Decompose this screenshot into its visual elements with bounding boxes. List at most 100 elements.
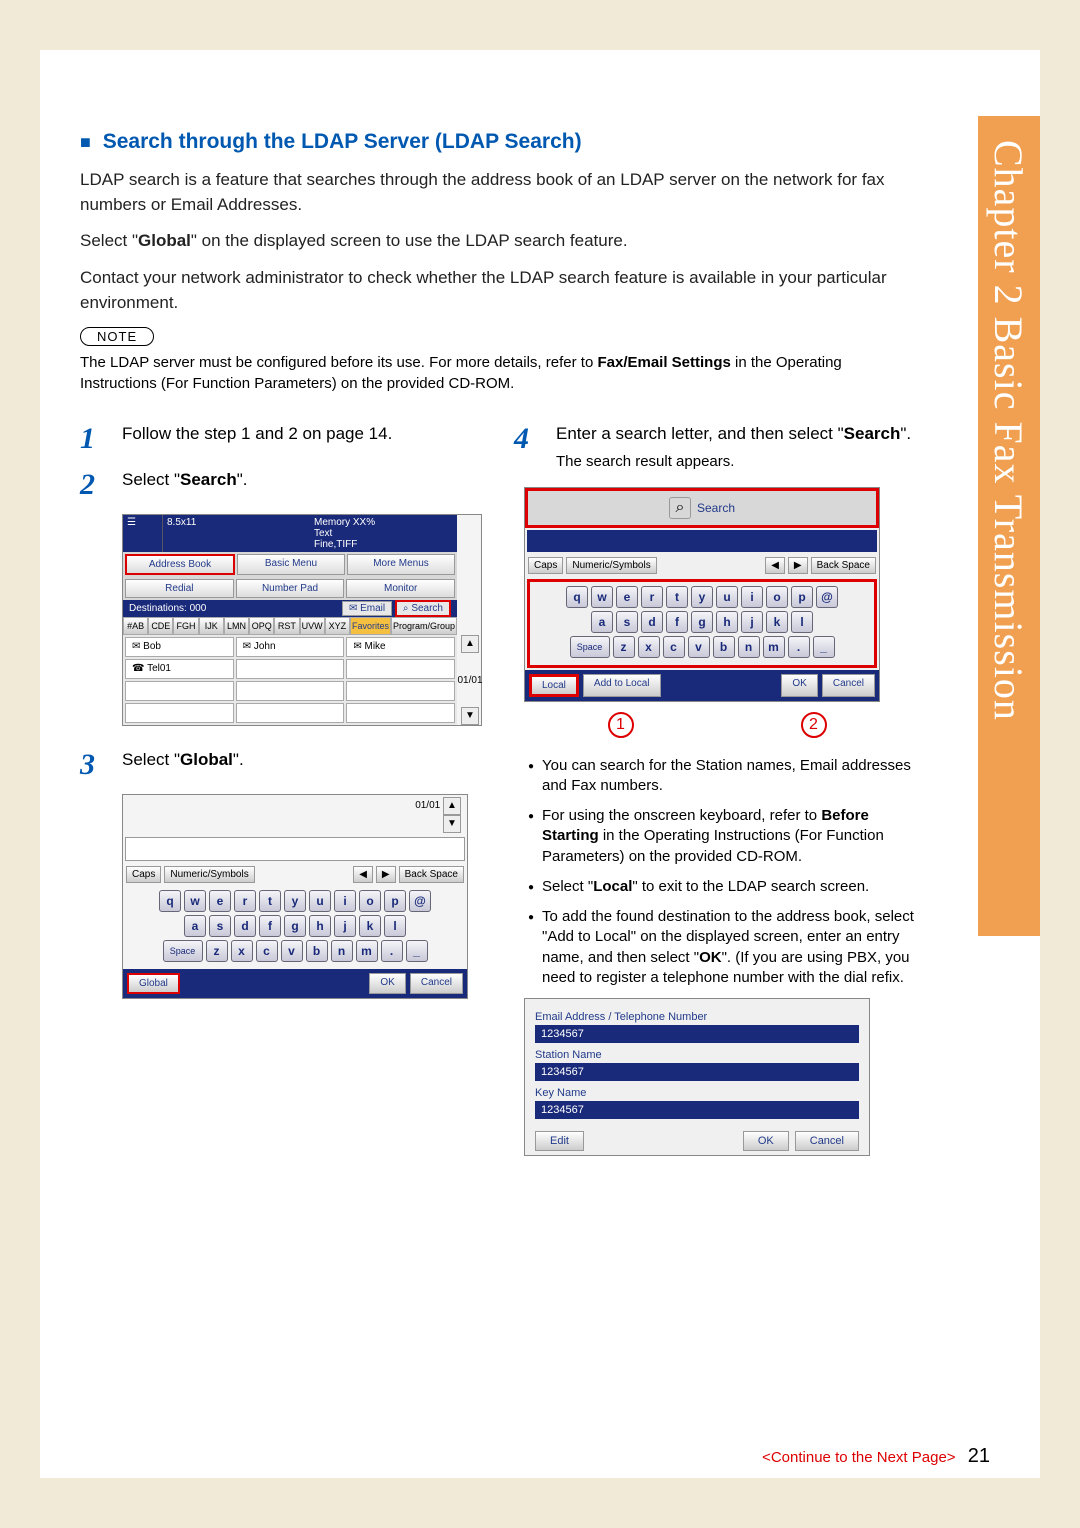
tab[interactable]: UVW <box>300 617 325 635</box>
key[interactable]: n <box>331 940 353 962</box>
key[interactable]: x <box>638 636 660 658</box>
key[interactable]: l <box>384 915 406 937</box>
key[interactable]: e <box>616 586 638 608</box>
key[interactable]: t <box>259 890 281 912</box>
key[interactable]: b <box>306 940 328 962</box>
key[interactable]: p <box>384 890 406 912</box>
key[interactable]: @ <box>409 890 431 912</box>
key[interactable]: w <box>591 586 613 608</box>
scroll-up-icon[interactable]: ▲ <box>443 797 461 815</box>
key[interactable]: l <box>791 611 813 633</box>
key[interactable]: i <box>334 890 356 912</box>
caps-btn[interactable]: Caps <box>528 557 563 574</box>
space-key[interactable]: Space <box>163 940 203 962</box>
key[interactable]: z <box>206 940 228 962</box>
email-btn[interactable]: ✉ Email <box>342 601 392 616</box>
search-label[interactable]: Search <box>697 501 735 515</box>
key[interactable]: . <box>788 636 810 658</box>
cursor-right-icon[interactable]: ▶ <box>376 866 396 883</box>
key[interactable]: o <box>766 586 788 608</box>
list-item[interactable]: ✉ Mike <box>346 637 455 657</box>
key[interactable]: u <box>309 890 331 912</box>
scroll-down-icon[interactable]: ▼ <box>461 707 479 725</box>
key[interactable]: p <box>791 586 813 608</box>
key[interactable]: i <box>741 586 763 608</box>
numeric-symbols-btn[interactable]: Numeric/Symbols <box>164 866 254 883</box>
key[interactable]: c <box>663 636 685 658</box>
key[interactable]: q <box>566 586 588 608</box>
tab[interactable]: OPQ <box>249 617 274 635</box>
search-btn-highlight[interactable]: ⌕ Search <box>395 600 451 617</box>
ok-btn[interactable]: OK <box>781 674 817 697</box>
value-key-name[interactable]: 1234567 <box>535 1101 859 1119</box>
key[interactable]: v <box>281 940 303 962</box>
key[interactable]: @ <box>816 586 838 608</box>
key[interactable]: y <box>691 586 713 608</box>
key[interactable]: w <box>184 890 206 912</box>
key[interactable]: g <box>284 915 306 937</box>
space-key[interactable]: Space <box>570 636 610 658</box>
add-to-local-btn[interactable]: Add to Local <box>583 674 661 697</box>
key[interactable]: _ <box>406 940 428 962</box>
address-book-tab[interactable]: Address Book <box>125 554 235 575</box>
key[interactable]: d <box>641 611 663 633</box>
key[interactable]: f <box>666 611 688 633</box>
key[interactable]: s <box>616 611 638 633</box>
cursor-left-icon[interactable]: ◀ <box>353 866 373 883</box>
caps-btn[interactable]: Caps <box>126 866 161 883</box>
monitor-btn[interactable]: Monitor <box>346 579 455 598</box>
key[interactable]: o <box>359 890 381 912</box>
backspace-btn[interactable]: Back Space <box>399 866 464 883</box>
number-pad-btn[interactable]: Number Pad <box>236 579 345 598</box>
key[interactable]: e <box>209 890 231 912</box>
tab[interactable]: LMN <box>224 617 249 635</box>
key[interactable]: r <box>234 890 256 912</box>
key[interactable]: h <box>716 611 738 633</box>
ok-btn[interactable]: OK <box>369 973 405 994</box>
value-station-name[interactable]: 1234567 <box>535 1063 859 1081</box>
key[interactable]: m <box>763 636 785 658</box>
list-item[interactable]: ✉ John <box>236 637 345 657</box>
key[interactable]: j <box>334 915 356 937</box>
edit-btn[interactable]: Edit <box>535 1131 584 1151</box>
key[interactable]: j <box>741 611 763 633</box>
cancel-btn[interactable]: Cancel <box>822 674 875 697</box>
tab[interactable]: #AB <box>123 617 148 635</box>
cancel-btn[interactable]: Cancel <box>410 973 463 994</box>
basic-menu-tab[interactable]: Basic Menu <box>237 554 345 575</box>
tab[interactable]: CDE <box>148 617 173 635</box>
scroll-down-icon[interactable]: ▼ <box>443 815 461 833</box>
tab[interactable]: XYZ <box>325 617 350 635</box>
key[interactable]: b <box>713 636 735 658</box>
kb-input[interactable] <box>125 837 465 861</box>
tab[interactable]: RST <box>274 617 299 635</box>
scroll-up-icon[interactable]: ▲ <box>461 635 479 653</box>
more-menus-tab[interactable]: More Menus <box>347 554 455 575</box>
key[interactable]: m <box>356 940 378 962</box>
value-email-tel[interactable]: 1234567 <box>535 1025 859 1043</box>
key[interactable]: n <box>738 636 760 658</box>
key[interactable]: r <box>641 586 663 608</box>
list-item[interactable]: ✉ Bob <box>125 637 234 657</box>
key[interactable]: d <box>234 915 256 937</box>
global-btn-highlight[interactable]: Global <box>127 973 180 994</box>
key[interactable]: a <box>184 915 206 937</box>
key[interactable]: . <box>381 940 403 962</box>
key[interactable]: _ <box>813 636 835 658</box>
ok-btn[interactable]: OK <box>743 1131 789 1151</box>
key[interactable]: a <box>591 611 613 633</box>
backspace-btn[interactable]: Back Space <box>811 557 876 574</box>
key[interactable]: u <box>716 586 738 608</box>
key[interactable]: g <box>691 611 713 633</box>
tab[interactable]: FGH <box>173 617 198 635</box>
key[interactable]: h <box>309 915 331 937</box>
tab-program[interactable]: Program/Group <box>391 617 457 635</box>
key[interactable]: c <box>256 940 278 962</box>
key[interactable]: q <box>159 890 181 912</box>
cursor-left-icon[interactable]: ◀ <box>765 557 785 574</box>
list-item[interactable]: ☎ Tel01 <box>125 659 234 679</box>
key[interactable]: v <box>688 636 710 658</box>
key[interactable]: s <box>209 915 231 937</box>
key[interactable]: x <box>231 940 253 962</box>
cancel-btn[interactable]: Cancel <box>795 1131 859 1151</box>
